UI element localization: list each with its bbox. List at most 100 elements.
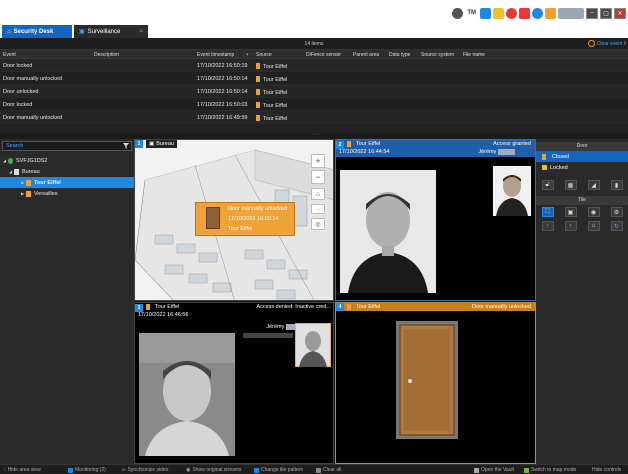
tile-1-map[interactable]: 1 ▣ Bureau + − ⌂ … ◎ Door manually unloc… — [134, 139, 334, 301]
filter-icon[interactable] — [123, 143, 129, 149]
zoom-in-button[interactable]: + — [311, 154, 325, 168]
door-icon — [256, 63, 260, 69]
area-icon — [14, 168, 19, 175]
back-arrow-icon[interactable]: ‹ — [541, 221, 554, 231]
forward-arrow-icon[interactable]: › — [564, 221, 577, 231]
col-source-system[interactable]: Source system — [421, 52, 454, 58]
refresh-icon[interactable]: ↻ — [610, 221, 623, 231]
override-schedule-button[interactable]: ▦ — [564, 180, 577, 190]
clear-event-list-button[interactable]: Clear event li — [587, 40, 626, 47]
area-view-panel: Search ◢ SVFJG1DS2 ◢ Bureau ▶ Tour Eiffe… — [0, 139, 134, 464]
lock-icon — [542, 165, 547, 170]
clock-icon[interactable] — [452, 7, 464, 19]
hide-controls-button[interactable]: Hide controls — [592, 467, 621, 473]
door-icon — [26, 190, 31, 197]
globe-icon[interactable] — [532, 7, 543, 19]
eraser-icon — [316, 467, 321, 473]
cell-source: Tour Eiffel — [256, 76, 287, 83]
cell-event: Door manually unlocked — [3, 76, 63, 82]
zoom-out-button[interactable]: − — [311, 170, 325, 184]
col-event[interactable]: Event — [3, 52, 16, 58]
door-icon — [347, 304, 351, 310]
cell-timestamp: 17/10/2022 16:50:03 — [197, 102, 248, 108]
network-icon[interactable] — [480, 7, 491, 19]
tree-item-tour-eiffel[interactable]: ▶ Tour Eiffel — [0, 177, 134, 188]
switch-map-mode-button[interactable]: Switch to map mode — [524, 467, 576, 473]
tree-item-bureau[interactable]: ◢ Bureau — [0, 166, 134, 177]
col-difence-sensor[interactable]: DiFence sensor — [306, 52, 341, 58]
change-tile-pattern-button[interactable]: Change tile pattern — [254, 467, 303, 473]
synchronize-video-button[interactable]: ∞ Synchronize video — [122, 467, 168, 473]
col-source[interactable]: Source — [256, 52, 272, 58]
layers-button[interactable]: ◎ — [311, 218, 325, 230]
tree-item-server[interactable]: ◢ SVFJG1DS2 — [0, 155, 134, 166]
tab-surveillance[interactable]: ▣ Surveillance × — [74, 25, 148, 38]
cell-event: Door unlocked — [3, 89, 39, 95]
map-icon — [524, 467, 529, 473]
cardholder-name: Jérémy blurred — [478, 149, 515, 155]
col-data-type[interactable]: Data type — [389, 52, 410, 58]
close-icon[interactable]: ✕ — [614, 7, 626, 19]
show-original-streams-button[interactable]: ◉ Show original streams — [186, 467, 242, 473]
settings-button[interactable]: ⚙ — [610, 207, 623, 217]
cell-source: Tour Eiffel — [256, 89, 287, 96]
home-view-button[interactable]: ⌂ — [311, 188, 325, 200]
col-event-timestamp[interactable]: Event timestamp — [197, 52, 234, 58]
system-tray: TM – ▢ ✕ — [452, 4, 628, 22]
table-header: Event Description Event timestamp ▾ Sour… — [0, 50, 628, 59]
cardholder-photo — [139, 333, 235, 456]
col-parent-area[interactable]: Parent area — [353, 52, 379, 58]
tile-2-access-granted[interactable]: 2 Tour Eiffel Access granted 17/10/2022 … — [335, 139, 536, 301]
clear-all-button[interactable]: Clear all — [316, 467, 341, 473]
table-row[interactable]: Door unlocked 17/10/2022 16:50:14 Tour Eif… — [0, 85, 628, 98]
table-row[interactable]: Door manually unlocked 17/10/2022 16:50:1… — [0, 72, 628, 85]
minimize-icon[interactable]: – — [586, 7, 598, 19]
event-timestamp: 17/10/2022 16:46:56 — [138, 312, 189, 318]
more-options-button[interactable]: … — [311, 204, 325, 214]
item-count: 14 items — [304, 41, 324, 47]
fullscreen-button[interactable]: ⛶ — [541, 207, 554, 217]
maximize-icon[interactable]: ▢ — [600, 7, 612, 19]
notification-icon[interactable] — [506, 7, 517, 19]
event-timestamp: 17/10/2022 16:44:54 — [339, 149, 390, 155]
chevron-left-icon: ‹ — [4, 467, 6, 473]
event-list: 14 items Clear event li Event Descriptio… — [0, 38, 628, 134]
open-vault-button[interactable]: Open the Vault — [474, 467, 514, 473]
record-button[interactable]: ◉ — [587, 207, 600, 217]
table-row[interactable]: Door locked 17/10/2022 16:50:03 Tour Eiffe… — [0, 98, 628, 111]
tile-3-access-denied[interactable]: 3 Tour Eiffel Access denied: Inactive cr… — [134, 302, 334, 464]
table-row[interactable]: Door locked 17/10/2022 16:50:19 Tour Eiffe… — [0, 59, 628, 72]
col-description[interactable]: Description — [94, 52, 119, 58]
unlock-door-button[interactable]: 🔓︎ — [541, 180, 554, 190]
controls-panel: Door Closed Locked 🔓︎ ▦ ◢ ▮ Tile ⛶ ▣ ◉ ⚙… — [536, 139, 628, 464]
camera-snapshot-thumbnail[interactable] — [493, 166, 531, 216]
tile-number: 4 — [336, 303, 344, 311]
camera-snapshot-thumbnail[interactable] — [295, 323, 331, 367]
trash-icon[interactable]: ▮ — [610, 180, 623, 190]
cell-timestamp: 17/10/2022 16:50:14 — [197, 89, 248, 95]
hide-area-view-button[interactable]: ‹ Hide area view — [4, 467, 41, 473]
shunt-button[interactable]: ◢ — [587, 180, 600, 190]
alarm-icon[interactable] — [493, 7, 504, 19]
tile-navigation: ‹ › ⌂ ↻ — [536, 219, 628, 233]
search-input[interactable]: Search — [2, 141, 132, 151]
table-row[interactable]: Door manually unlocked 17/10/2022 16:49:5… — [0, 111, 628, 124]
home-icon[interactable]: ⌂ — [587, 221, 600, 231]
monitor-icon — [68, 467, 73, 473]
door-icon — [146, 304, 150, 310]
map-event-popup[interactable]: Door manually unlocked 17/10/2022 16:50:… — [195, 202, 295, 236]
cell-source: Tour Eiffel — [256, 115, 287, 122]
tile-4-door-unlocked[interactable]: 4 Tour Eiffel Door manually unlocked — [335, 302, 536, 464]
door-event-label: Door manually unlocked — [471, 304, 531, 310]
monitoring-button[interactable]: Monitoring (2) — [68, 467, 106, 473]
blurred-email — [243, 333, 293, 338]
tree-item-versailles[interactable]: ▶ Versailles — [0, 188, 134, 199]
tile-number: 2 — [336, 141, 344, 149]
volume-icon[interactable] — [519, 7, 530, 19]
col-file-name[interactable]: File name — [463, 52, 485, 58]
bars-icon[interactable] — [545, 7, 556, 19]
close-tab-icon[interactable]: × — [139, 29, 143, 35]
tab-security-desk[interactable]: ⌂ Security Desk — [2, 25, 72, 38]
door-icon — [206, 207, 220, 229]
snapshot-button[interactable]: ▣ — [564, 207, 577, 217]
